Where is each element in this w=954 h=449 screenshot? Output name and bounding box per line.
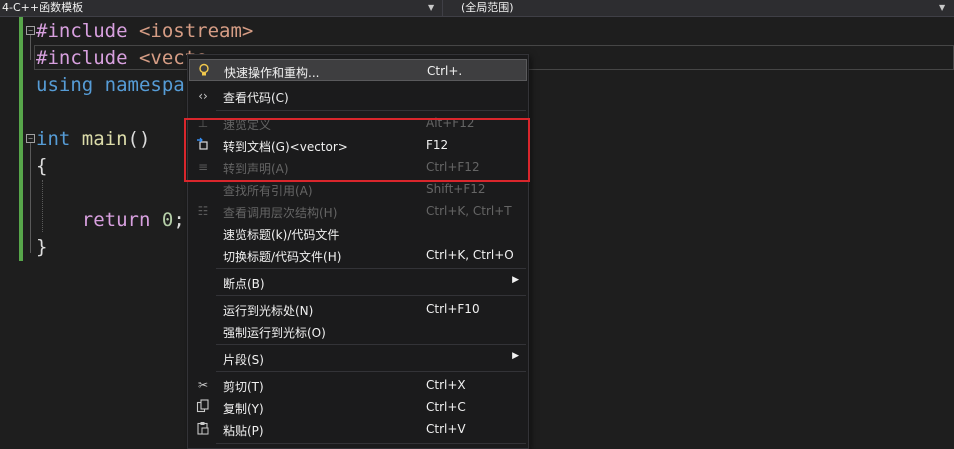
menu-item-toggle-header[interactable]: 切换标题/代码文件(H) Ctrl+K, Ctrl+O (189, 244, 527, 266)
collapse-toggle-icon[interactable]: − (26, 26, 35, 35)
menu-item-breakpoint[interactable]: 断点(B) ▶ (189, 271, 527, 293)
menu-separator (216, 344, 526, 345)
change-indicator-bar (19, 17, 23, 261)
menu-item-view-call-hierarchy: ☷ 查看调用层次结构(H) Ctrl+K, Ctrl+T (189, 200, 527, 222)
lightbulb-icon (196, 63, 212, 79)
project-dropdown[interactable]: 4-C++函数模板 ▼ (0, 0, 440, 16)
scope-dropdown[interactable]: (全局范围) ▼ (443, 0, 954, 16)
menu-separator (216, 443, 526, 444)
menu-item-peek-header[interactable]: 速览标题(k)/代码文件 (189, 222, 527, 244)
submenu-arrow-icon: ▶ (512, 351, 519, 361)
menu-separator (216, 371, 526, 372)
collapse-toggle-icon[interactable]: − (26, 134, 35, 143)
submenu-arrow-icon: ▶ (512, 275, 519, 285)
highlight-annotation-box (184, 118, 530, 182)
menu-item-view-code[interactable]: ‹› 查看代码(C) (189, 85, 527, 107)
code-line-8: return 0; (81, 209, 185, 231)
menu-item-paste[interactable]: 粘贴(P) Ctrl+V (189, 418, 527, 440)
menu-item-force-run-to-cursor[interactable]: 强制运行到光标(O) (189, 320, 527, 342)
fold-guide (30, 143, 31, 253)
project-dropdown-label: 4-C++函数模板 (2, 1, 84, 14)
chevron-down-icon: ▼ (939, 3, 946, 12)
menu-separator (216, 268, 526, 269)
menu-item-copy[interactable]: 复制(Y) Ctrl+C (189, 396, 527, 418)
code-line-9: } (36, 236, 48, 258)
code-line-5: int main() (36, 128, 151, 150)
clipboard-icon (195, 421, 211, 437)
chevron-down-icon: ▼ (428, 3, 435, 12)
context-menu: 快速操作和重构... Ctrl+. ‹› 查看代码(C) ⊥ 速览定义 Alt+… (187, 54, 529, 449)
scope-dropdown-label: (全局范围) (461, 1, 514, 14)
fold-guide (30, 35, 31, 60)
menu-item-run-to-cursor[interactable]: 运行到光标处(N) Ctrl+F10 (189, 298, 527, 320)
code-line-3: using namespa (36, 74, 185, 96)
menu-separator (216, 295, 526, 296)
call-hierarchy-icon: ☷ (197, 204, 209, 218)
menu-item-snippet[interactable]: 片段(S) ▶ (189, 347, 527, 369)
code-line-6: { (36, 155, 48, 177)
menu-item-cut[interactable]: ✂ 剪切(T) Ctrl+X (189, 374, 527, 396)
menu-separator (216, 110, 526, 111)
code-brackets-icon: ‹› (198, 89, 208, 103)
copy-icon (195, 399, 211, 415)
code-line-1: #include <iostream> (36, 20, 254, 42)
menu-item-quick-actions[interactable]: 快速操作和重构... Ctrl+. (189, 59, 527, 81)
navigation-bar: 4-C++函数模板 ▼ (全局范围) ▼ (0, 0, 954, 17)
code-line-2: #include <vecto (36, 47, 208, 69)
scissors-icon: ✂ (197, 378, 209, 392)
